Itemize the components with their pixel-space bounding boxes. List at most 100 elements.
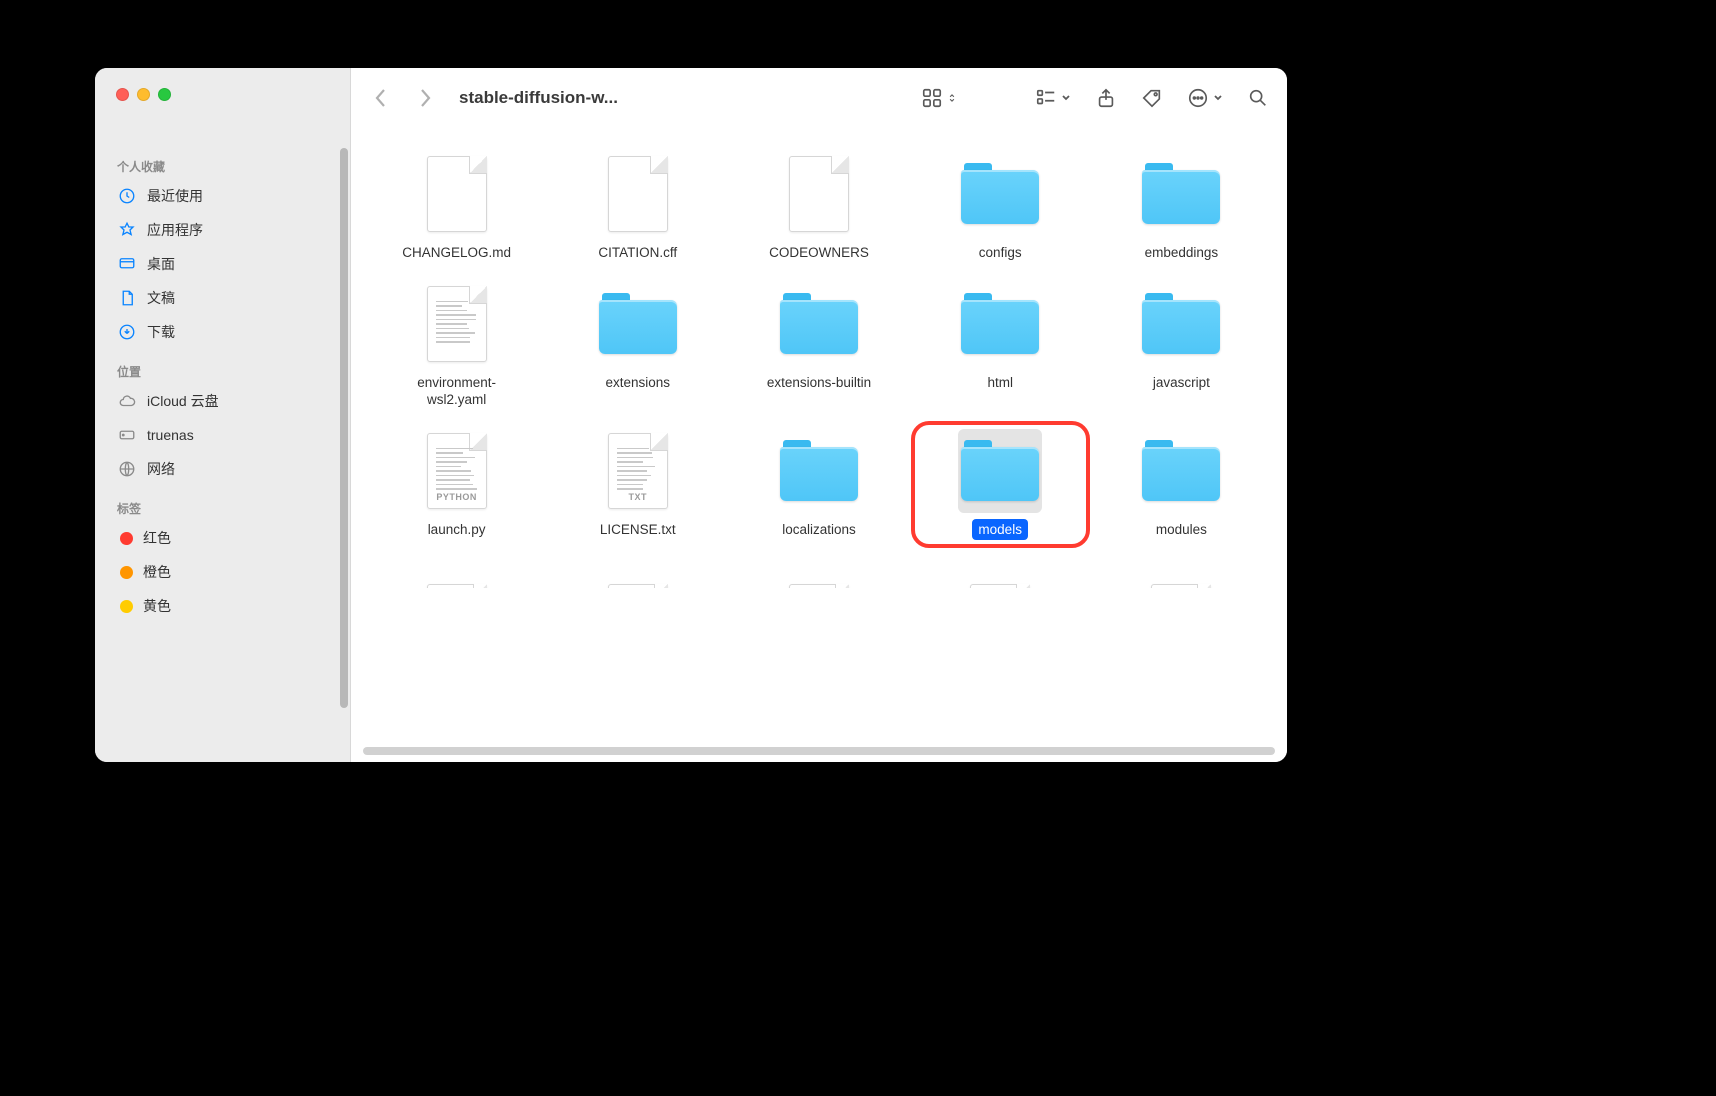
nav-arrows: [369, 86, 437, 110]
sidebar-scrollbar[interactable]: [340, 148, 348, 708]
tag-dot-icon: [120, 532, 133, 545]
sidebar-item-label: 文稿: [147, 288, 175, 308]
sidebar-item-label: 橙色: [143, 562, 171, 582]
folder-icon: [958, 152, 1042, 236]
sidebar-item-applications[interactable]: 应用程序: [107, 213, 340, 247]
window-controls: [95, 68, 350, 128]
minimize-button[interactable]: [137, 88, 150, 101]
close-button[interactable]: [116, 88, 129, 101]
sidebar-item-truenas[interactable]: truenas: [107, 418, 340, 452]
item-label: models: [972, 519, 1028, 541]
folder-icon: [958, 282, 1042, 366]
download-icon: [117, 322, 137, 342]
sidebar-item-label: 最近使用: [147, 186, 203, 206]
item-label: extensions: [600, 372, 677, 394]
share-button[interactable]: [1095, 87, 1117, 109]
finder-window: 个人收藏 最近使用 应用程序 桌面: [95, 68, 1287, 762]
maximize-button[interactable]: [158, 88, 171, 101]
file-grid: CHANGELOG.md CITATION.cff CODEOWNERS config…: [371, 148, 1267, 544]
file-grid-area[interactable]: CHANGELOG.md CITATION.cff CODEOWNERS config…: [351, 128, 1287, 744]
folder-item[interactable]: localizations: [733, 425, 904, 545]
item-label: CODEOWNERS: [763, 242, 875, 264]
file-icon: [777, 558, 861, 588]
folder-item[interactable]: javascript: [1096, 278, 1267, 415]
sidebar-item-label: iCloud 云盘: [147, 391, 219, 411]
file-icon: [1139, 558, 1223, 588]
folder-icon: [596, 282, 680, 366]
file-item[interactable]: TXT LICENSE.txt: [552, 425, 723, 545]
doc-icon: [117, 288, 137, 308]
file-icon: [596, 558, 680, 588]
folder-item[interactable]: extensions-builtin: [733, 278, 904, 415]
sidebar-tag-orange[interactable]: 橙色: [107, 555, 340, 589]
cloud-icon: [117, 391, 137, 411]
section-header-favorites: 个人收藏: [107, 128, 340, 179]
apps-icon: [117, 220, 137, 240]
folder-icon: [1139, 429, 1223, 513]
folder-item[interactable]: embeddings: [1096, 148, 1267, 268]
sidebar-item-documents[interactable]: 文稿: [107, 281, 340, 315]
file-icon: [415, 282, 499, 366]
folder-icon: [777, 282, 861, 366]
file-item[interactable]: [552, 554, 723, 588]
folder-item[interactable]: configs: [915, 148, 1086, 268]
file-item[interactable]: CHANGELOG.md: [371, 148, 542, 268]
sidebar-scroll: 个人收藏 最近使用 应用程序 桌面: [95, 128, 350, 762]
file-icon: [415, 558, 499, 588]
folder-icon: [1139, 282, 1223, 366]
folder-icon: [1139, 152, 1223, 236]
file-item[interactable]: CODEOWNERS: [733, 148, 904, 268]
sidebar-item-label: 桌面: [147, 254, 175, 274]
horizontal-scrollbar[interactable]: [363, 744, 1275, 758]
folder-item[interactable]: models: [915, 425, 1086, 545]
sidebar-item-label: 网络: [147, 459, 175, 479]
sidebar-item-downloads[interactable]: 下载: [107, 315, 340, 349]
file-item[interactable]: [915, 554, 1086, 588]
scrollbar-thumb[interactable]: [363, 747, 1275, 755]
sidebar-item-recents[interactable]: 最近使用: [107, 179, 340, 213]
item-label: embeddings: [1139, 242, 1225, 264]
file-icon: TXT: [596, 429, 680, 513]
file-item[interactable]: [1096, 554, 1267, 588]
toolbar-right: [921, 87, 1269, 109]
network-icon: [117, 459, 137, 479]
back-button[interactable]: [369, 86, 393, 110]
clock-icon: [117, 186, 137, 206]
item-label: LICENSE.txt: [594, 519, 682, 541]
sidebar-tag-yellow[interactable]: 黄色: [107, 589, 340, 623]
item-label: javascript: [1147, 372, 1216, 394]
sidebar-item-desktop[interactable]: 桌面: [107, 247, 340, 281]
desktop-icon: [117, 254, 137, 274]
sidebar-item-icloud[interactable]: iCloud 云盘: [107, 384, 340, 418]
view-mode-button[interactable]: [921, 87, 957, 109]
main-area: stable-diffusion-w...: [351, 68, 1287, 762]
sidebar-item-label: truenas: [147, 427, 194, 443]
item-label: environment- wsl2.yaml: [411, 372, 502, 411]
action-button[interactable]: [1187, 87, 1223, 109]
tags-button[interactable]: [1141, 87, 1163, 109]
file-item[interactable]: CITATION.cff: [552, 148, 723, 268]
sidebar: 个人收藏 最近使用 应用程序 桌面: [95, 68, 351, 762]
folder-item[interactable]: modules: [1096, 425, 1267, 545]
file-icon: [415, 152, 499, 236]
item-label: CHANGELOG.md: [396, 242, 517, 264]
group-button[interactable]: [1035, 87, 1071, 109]
forward-button[interactable]: [413, 86, 437, 110]
file-item[interactable]: PYTHONlaunch.py: [371, 425, 542, 545]
file-item[interactable]: [371, 554, 542, 588]
sidebar-tag-red[interactable]: 红色: [107, 521, 340, 555]
folder-title: stable-diffusion-w...: [459, 88, 618, 108]
folder-item[interactable]: extensions: [552, 278, 723, 415]
folder-icon: [958, 429, 1042, 513]
file-icon: [596, 152, 680, 236]
sidebar-item-label: 应用程序: [147, 220, 203, 240]
sidebar-item-network[interactable]: 网络: [107, 452, 340, 486]
server-icon: [117, 425, 137, 445]
section-header-tags: 标签: [107, 486, 340, 521]
sidebar-item-label: 红色: [143, 528, 171, 548]
item-label: extensions-builtin: [761, 372, 877, 394]
search-button[interactable]: [1247, 87, 1269, 109]
file-item[interactable]: environment- wsl2.yaml: [371, 278, 542, 415]
folder-item[interactable]: html: [915, 278, 1086, 415]
file-item[interactable]: [733, 554, 904, 588]
